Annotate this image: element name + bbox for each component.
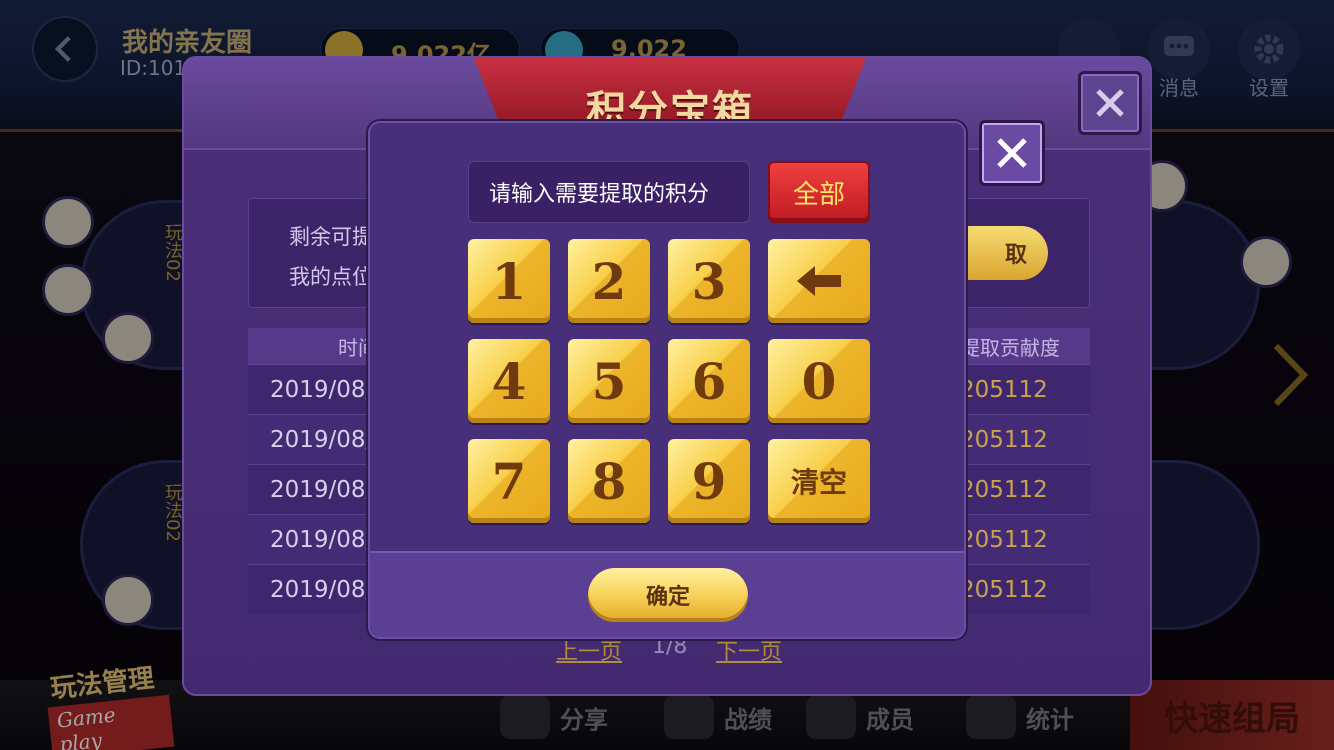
- clear-button[interactable]: 清空: [768, 439, 870, 523]
- dialog-close-button[interactable]: [1078, 71, 1142, 135]
- backspace-button[interactable]: [768, 239, 870, 323]
- key-0[interactable]: 0: [768, 339, 870, 423]
- key-7[interactable]: 7: [468, 439, 550, 523]
- row-value: 205112: [960, 526, 1048, 553]
- key-8[interactable]: 8: [568, 439, 650, 523]
- key-6[interactable]: 6: [668, 339, 750, 423]
- numeric-keypad-modal: 请输入需要提取的积分 全部 1 2 3 4 5 6 0 7 8 9 清空 确定: [368, 121, 966, 639]
- row-value: 205112: [960, 476, 1048, 503]
- key-1[interactable]: 1: [468, 239, 550, 323]
- close-icon: [997, 138, 1027, 168]
- row-value: 205112: [960, 576, 1048, 603]
- points-input[interactable]: 请输入需要提取的积分: [468, 161, 750, 223]
- key-9[interactable]: 9: [668, 439, 750, 523]
- all-button[interactable]: 全部: [768, 161, 870, 223]
- keypad-close-button[interactable]: [979, 120, 1045, 186]
- close-icon: [1096, 89, 1124, 117]
- row-value: 205112: [960, 426, 1048, 453]
- my-position-label: 我的点位: [289, 265, 373, 289]
- key-4[interactable]: 4: [468, 339, 550, 423]
- row-value: 205112: [960, 376, 1048, 403]
- remaining-label: 剩余可提: [289, 225, 373, 249]
- key-3[interactable]: 3: [668, 239, 750, 323]
- key-5[interactable]: 5: [568, 339, 650, 423]
- confirm-button[interactable]: 确定: [588, 568, 748, 622]
- left-arrow-icon: [797, 266, 841, 296]
- column-header-contribution: 提取贡献度: [960, 335, 1060, 360]
- key-2[interactable]: 2: [568, 239, 650, 323]
